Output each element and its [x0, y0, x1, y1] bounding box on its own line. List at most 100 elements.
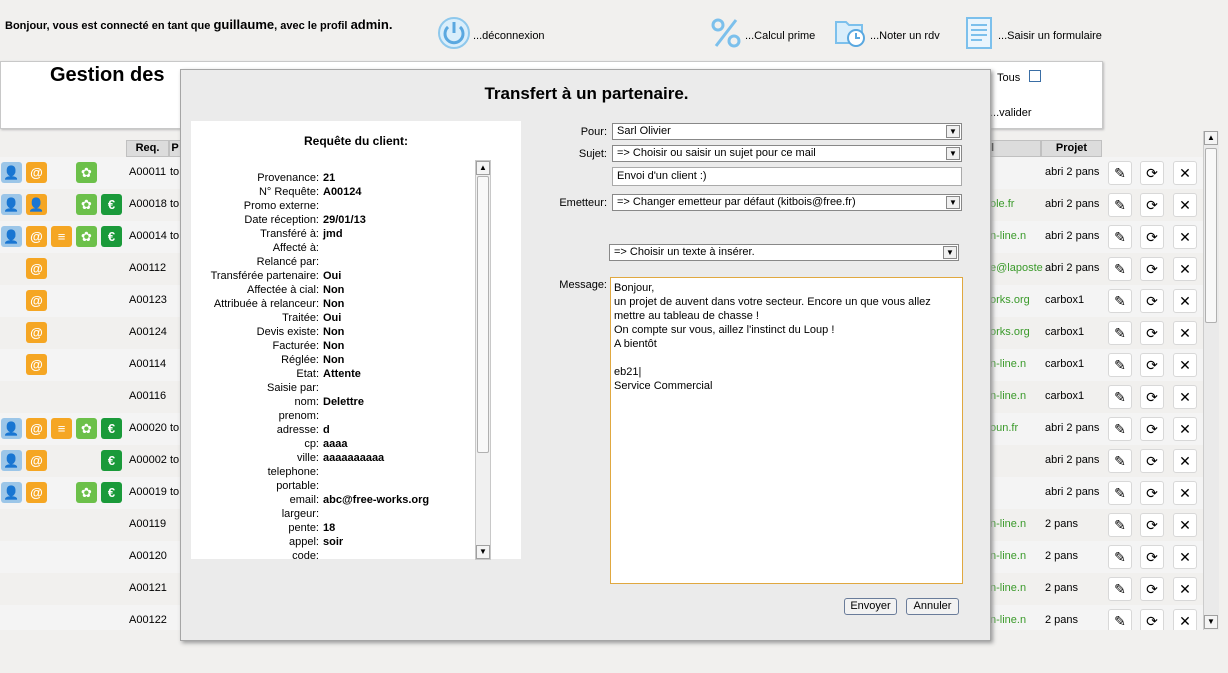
envoyer-button[interactable]: Envoyer [844, 598, 897, 615]
chevron-down-icon[interactable]: ▼ [946, 125, 960, 138]
euro-icon[interactable]: € [101, 450, 122, 471]
delete-icon[interactable]: ✕ [1173, 193, 1197, 217]
scroll-up-button[interactable]: ▲ [1204, 131, 1218, 145]
transfer-icon[interactable]: ⟳ [1140, 353, 1164, 377]
page-scrollbar-thumb[interactable] [1205, 148, 1217, 323]
chevron-down-icon[interactable]: ▼ [946, 147, 960, 160]
delete-icon[interactable]: ✕ [1173, 161, 1197, 185]
pencil-icon[interactable]: ✎ [1108, 609, 1132, 630]
pencil-icon[interactable]: ✎ [1108, 545, 1132, 569]
transfer-icon[interactable]: ⟳ [1140, 161, 1164, 185]
chevron-down-icon[interactable]: ▼ [946, 196, 960, 209]
noter-rdv-button[interactable]: ...Noter un rdv [834, 6, 940, 50]
chevron-down-icon[interactable]: ▼ [943, 246, 957, 259]
scroll-down-button[interactable]: ▼ [1204, 615, 1218, 629]
badge-icon[interactable]: ✿ [76, 194, 97, 215]
annuler-button[interactable]: Annuler [906, 598, 959, 615]
saisir-formulaire-button[interactable]: ...Saisir un formulaire [962, 6, 1102, 50]
pencil-icon[interactable]: ✎ [1108, 193, 1132, 217]
at-icon[interactable]: @ [26, 322, 47, 343]
pencil-icon[interactable]: ✎ [1108, 417, 1132, 441]
delete-icon[interactable]: ✕ [1173, 289, 1197, 313]
at-icon[interactable]: @ [26, 418, 47, 439]
pencil-icon[interactable]: ✎ [1108, 513, 1132, 537]
col-header-email[interactable]: il [985, 140, 1041, 157]
at-icon[interactable]: @ [26, 450, 47, 471]
transfer-icon[interactable]: ⟳ [1140, 289, 1164, 313]
at-icon[interactable]: @ [26, 226, 47, 247]
badge-icon[interactable]: ✿ [76, 162, 97, 183]
badge-icon[interactable]: ✿ [76, 226, 97, 247]
delete-icon[interactable]: ✕ [1173, 321, 1197, 345]
pencil-icon[interactable]: ✎ [1108, 161, 1132, 185]
emetteur-select[interactable]: => Changer emetteur par défaut (kitbois@… [612, 194, 962, 211]
user-icon[interactable]: 👤 [1, 194, 22, 215]
transfer-icon[interactable]: ⟳ [1140, 417, 1164, 441]
euro-icon[interactable]: € [101, 482, 122, 503]
at-icon[interactable]: @ [26, 354, 47, 375]
user-icon[interactable]: 👤 [26, 194, 47, 215]
pencil-icon[interactable]: ✎ [1108, 577, 1132, 601]
user-icon[interactable]: 👤 [1, 226, 22, 247]
details-scroll-down-button[interactable]: ▼ [476, 545, 490, 559]
sujet-input[interactable]: Envoi d'un client :) [612, 167, 962, 186]
col-header-projet[interactable]: Projet [1041, 140, 1102, 157]
at-icon[interactable]: @ [26, 162, 47, 183]
euro-icon[interactable]: € [101, 194, 122, 215]
transfer-icon[interactable]: ⟳ [1140, 577, 1164, 601]
user-icon[interactable]: 👤 [1, 418, 22, 439]
transfer-icon[interactable]: ⟳ [1140, 513, 1164, 537]
pencil-icon[interactable]: ✎ [1108, 385, 1132, 409]
delete-icon[interactable]: ✕ [1173, 513, 1197, 537]
pencil-icon[interactable]: ✎ [1108, 289, 1132, 313]
pencil-icon[interactable]: ✎ [1108, 449, 1132, 473]
delete-icon[interactable]: ✕ [1173, 545, 1197, 569]
euro-icon[interactable]: € [101, 418, 122, 439]
transfer-icon[interactable]: ⟳ [1140, 257, 1164, 281]
sujet-select[interactable]: => Choisir ou saisir un sujet pour ce ma… [612, 145, 962, 162]
pencil-icon[interactable]: ✎ [1108, 257, 1132, 281]
transfer-icon[interactable]: ⟳ [1140, 449, 1164, 473]
details-scrollbar-thumb[interactable] [477, 176, 489, 453]
calcul-prime-button[interactable]: ...Calcul prime [709, 6, 815, 50]
pencil-icon[interactable]: ✎ [1108, 321, 1132, 345]
transfer-icon[interactable]: ⟳ [1140, 193, 1164, 217]
delete-icon[interactable]: ✕ [1173, 417, 1197, 441]
tous-checkbox[interactable] [1029, 70, 1041, 82]
details-scroll-up-button[interactable]: ▲ [476, 161, 490, 175]
badge-icon[interactable]: ✿ [76, 418, 97, 439]
transfer-icon[interactable]: ⟳ [1140, 225, 1164, 249]
pencil-icon[interactable]: ✎ [1108, 481, 1132, 505]
document-icon[interactable]: ≡ [51, 226, 72, 247]
delete-icon[interactable]: ✕ [1173, 257, 1197, 281]
transfer-icon[interactable]: ⟳ [1140, 385, 1164, 409]
delete-icon[interactable]: ✕ [1173, 385, 1197, 409]
transfer-icon[interactable]: ⟳ [1140, 481, 1164, 505]
transfer-icon[interactable]: ⟳ [1140, 545, 1164, 569]
at-icon[interactable]: @ [26, 482, 47, 503]
badge-icon[interactable]: ✿ [76, 482, 97, 503]
at-icon[interactable]: @ [26, 258, 47, 279]
user-icon[interactable]: 👤 [1, 482, 22, 503]
col-header-req[interactable]: Req. [126, 140, 169, 157]
transfer-icon[interactable]: ⟳ [1140, 321, 1164, 345]
transfer-icon[interactable]: ⟳ [1140, 609, 1164, 630]
pour-select[interactable]: Sarl Olivier ▼ [612, 123, 962, 140]
user-icon[interactable]: 👤 [1, 162, 22, 183]
pencil-icon[interactable]: ✎ [1108, 225, 1132, 249]
delete-icon[interactable]: ✕ [1173, 609, 1197, 630]
user-icon[interactable]: 👤 [1, 450, 22, 471]
delete-icon[interactable]: ✕ [1173, 225, 1197, 249]
logout-button[interactable]: ...déconnexion [437, 6, 545, 50]
euro-icon[interactable]: € [101, 226, 122, 247]
at-icon[interactable]: @ [26, 290, 47, 311]
delete-icon[interactable]: ✕ [1173, 577, 1197, 601]
delete-icon[interactable]: ✕ [1173, 481, 1197, 505]
texte-select[interactable]: => Choisir un texte à insérer. ▼ [609, 244, 959, 261]
valider-button[interactable]: ...valider [990, 107, 1032, 119]
pencil-icon[interactable]: ✎ [1108, 353, 1132, 377]
delete-icon[interactable]: ✕ [1173, 449, 1197, 473]
delete-icon[interactable]: ✕ [1173, 353, 1197, 377]
document-icon[interactable]: ≡ [51, 418, 72, 439]
message-textarea[interactable]: Bonjour, un projet de auvent dans votre … [610, 277, 963, 584]
